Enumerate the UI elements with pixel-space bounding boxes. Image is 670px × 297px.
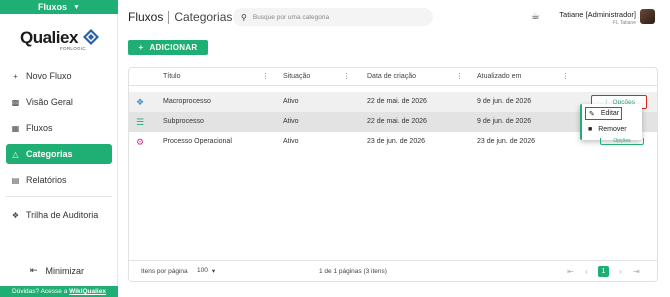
sidebar-nav: + Novo Fluxo ▩ Visão Geral ▦ Fluxos △ Ca… [0, 66, 118, 231]
breadcrumb-current: Categorias [174, 10, 233, 24]
row-title: Processo Operacional [163, 138, 232, 145]
row-title: Subprocesso [163, 118, 204, 125]
row-status: Ativo [283, 138, 299, 145]
table-row[interactable]: ☰ Subprocesso Ativo 22 de mai. de 2026 9… [129, 112, 657, 132]
edit-label: Editar [600, 110, 620, 117]
table-row[interactable]: ⚙ Processo Operacional Ativo 23 de jun. … [129, 132, 657, 152]
audit-trail-icon: ❖ [11, 210, 20, 220]
column-menu-icon[interactable]: ⋮ [456, 72, 463, 80]
user-name: Tatiane [Administrador] [559, 10, 636, 19]
current-page-button[interactable]: 1 [598, 266, 609, 277]
options-menu: ✎ Editar ■ Remover [580, 104, 642, 140]
pagination: Itens por página 100 ▾ 1 de 1 páginas (3… [129, 260, 657, 280]
column-header-situacao[interactable]: Situação [283, 73, 310, 80]
puzzle-icon: ❖ [135, 97, 145, 107]
sidebar-item-label: Novo Fluxo [26, 71, 72, 81]
breadcrumb-root: Fluxos [128, 10, 164, 24]
options-label: Opções [613, 138, 631, 144]
help-bar: Dúvidas? Acesse a WikiQualiex [0, 286, 118, 297]
row-created: 22 de mai. de 2026 [367, 118, 427, 125]
chevron-down-icon: ▾ [211, 268, 216, 275]
column-menu-icon[interactable]: ⋮ [262, 72, 269, 80]
row-created: 22 de mai. de 2026 [367, 98, 427, 105]
sidebar-item-novo-fluxo[interactable]: + Novo Fluxo [6, 66, 112, 86]
chevron-down-icon: ▼ [73, 3, 80, 11]
user-subtitle: FL Tatiane [612, 20, 636, 26]
table-header: Título ⋮ Situação ⋮ Data de criação ⋮ At… [129, 68, 657, 86]
module-selector-button[interactable]: Fluxos ▼ [0, 0, 118, 14]
report-icon: ▤ [11, 175, 20, 185]
gear-icon: ⚙ [135, 137, 145, 147]
options-button-partial[interactable]: Opções [600, 138, 644, 145]
sidebar-item-trilha-de-auditoria[interactable]: ❖ Trilha de Auditoria [6, 205, 112, 225]
remove-menu-item[interactable]: ■ Remover [588, 126, 627, 133]
help-text: Dúvidas? Acesse a [12, 288, 68, 295]
per-page-select[interactable]: 100 ▾ [197, 267, 215, 275]
remove-label: Remover [598, 126, 627, 133]
column-header-titulo[interactable]: Título [163, 73, 181, 80]
next-page-icon[interactable]: › [615, 266, 626, 277]
plus-icon: + [138, 43, 144, 52]
sidebar-item-label: Categorias [26, 149, 73, 159]
sidebar-divider [6, 196, 112, 197]
breadcrumb-separator [168, 10, 170, 24]
per-page-value: 100 [197, 267, 208, 274]
pencil-icon: ✎ [589, 110, 595, 118]
per-page-label: Itens por página [141, 268, 188, 275]
sidebar-item-categorias[interactable]: △ Categorias [6, 144, 112, 164]
sidebar-item-label: Fluxos [26, 123, 53, 133]
search-icon: ⚲ [241, 12, 247, 22]
minimize-button[interactable]: ⇤ Minimizar [30, 265, 84, 276]
coffee-icon[interactable]: ☕ [531, 11, 540, 22]
column-menu-icon[interactable]: ⋮ [343, 72, 350, 80]
sidebar-item-label: Trilha de Auditoria [26, 210, 99, 220]
page-title: Fluxos Categorias [128, 10, 232, 24]
row-status: Ativo [283, 98, 299, 105]
column-header-atualizado-em[interactable]: Atualizado em [477, 73, 521, 80]
wiki-link[interactable]: WikiQualiex [69, 288, 106, 295]
sidebar-item-relatorios[interactable]: ▤ Relatórios [6, 170, 112, 190]
add-button-label: ADICIONAR [149, 43, 198, 52]
page-range: 1 de 1 páginas (3 itens) [319, 268, 387, 275]
row-status: Ativo [283, 118, 299, 125]
row-updated: 9 de jun. de 2026 [477, 118, 532, 125]
add-button[interactable]: + ADICIONAR [128, 40, 208, 55]
dashboard-icon: ▩ [11, 97, 20, 107]
logo-subtext: FORLOGIC [60, 46, 86, 51]
table-row[interactable]: ❖ Macroprocesso Ativo 22 de mai. de 2026… [129, 92, 657, 112]
sidebar-item-label: Visão Geral [26, 97, 73, 107]
header: Fluxos Categorias ⚲ ☕ Tatiane [Administr… [118, 0, 670, 34]
trash-icon: ■ [588, 126, 593, 133]
search-box[interactable]: ⚲ [233, 8, 433, 26]
logo: Qualiex FORLOGIC [20, 28, 100, 54]
sidebar-item-fluxos[interactable]: ▦ Fluxos [6, 118, 112, 138]
logo-text: Qualiex [20, 28, 78, 47]
row-created: 23 de jun. de 2026 [367, 138, 425, 145]
last-page-icon[interactable]: ⇥ [631, 266, 642, 277]
categories-icon: △ [12, 149, 19, 159]
search-input[interactable] [252, 13, 423, 21]
sidebar-item-visao-geral[interactable]: ▩ Visão Geral [6, 92, 112, 112]
categories-table: Título ⋮ Situação ⋮ Data de criação ⋮ At… [128, 67, 658, 282]
avatar[interactable] [640, 9, 655, 24]
row-title: Macroprocesso [163, 98, 211, 105]
minimize-label: Minimizar [45, 265, 85, 276]
sidebar: Fluxos ▼ Qualiex FORLOGIC + Novo Fluxo ▩… [0, 0, 118, 297]
flow-icon: ▦ [11, 123, 20, 133]
sidebar-item-label: Relatórios [26, 175, 67, 185]
list-icon: ☰ [135, 117, 145, 127]
first-page-icon[interactable]: ⇤ [565, 266, 576, 277]
user-info[interactable]: Tatiane [Administrador] FL Tatiane [558, 10, 636, 26]
row-updated: 23 de jun. de 2026 [477, 138, 535, 145]
column-header-data-criacao[interactable]: Data de criação [367, 73, 416, 80]
collapse-icon: ⇤ [30, 265, 38, 275]
row-updated: 9 de jun. de 2026 [477, 98, 532, 105]
module-label: Fluxos [38, 2, 68, 12]
edit-menu-item[interactable]: ✎ Editar [585, 107, 622, 120]
previous-page-icon[interactable]: ‹ [581, 266, 592, 277]
plus-icon: + [13, 71, 18, 81]
column-menu-icon[interactable]: ⋮ [562, 72, 569, 80]
logo-mark-icon [83, 29, 99, 45]
